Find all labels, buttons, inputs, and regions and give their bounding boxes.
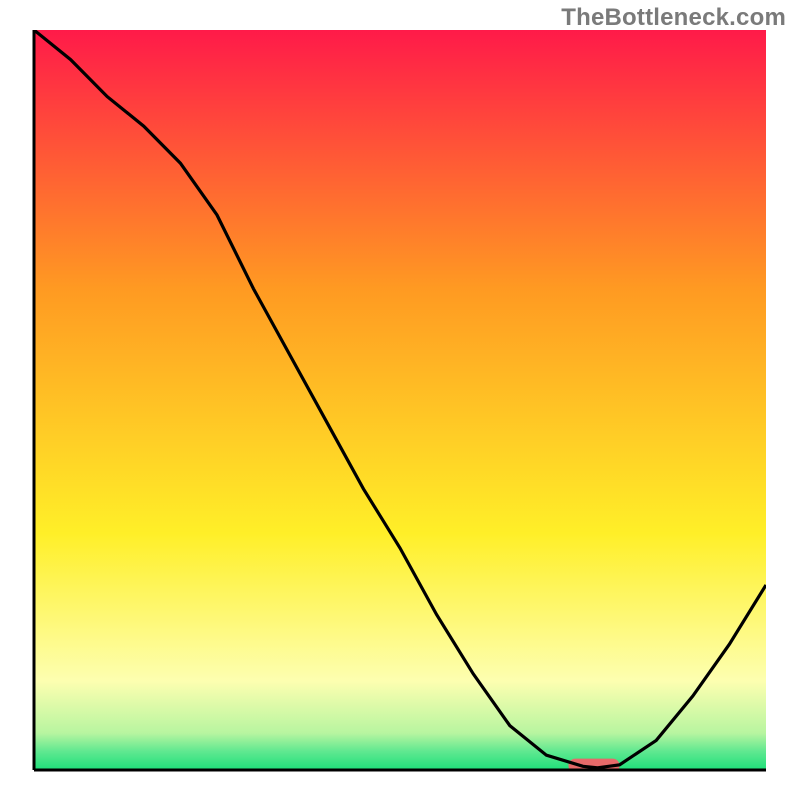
bottleneck-plot — [0, 0, 800, 800]
gradient-background — [34, 30, 766, 770]
watermark-text: TheBottleneck.com — [561, 4, 786, 32]
chart-container: TheBottleneck.com — [0, 0, 800, 800]
